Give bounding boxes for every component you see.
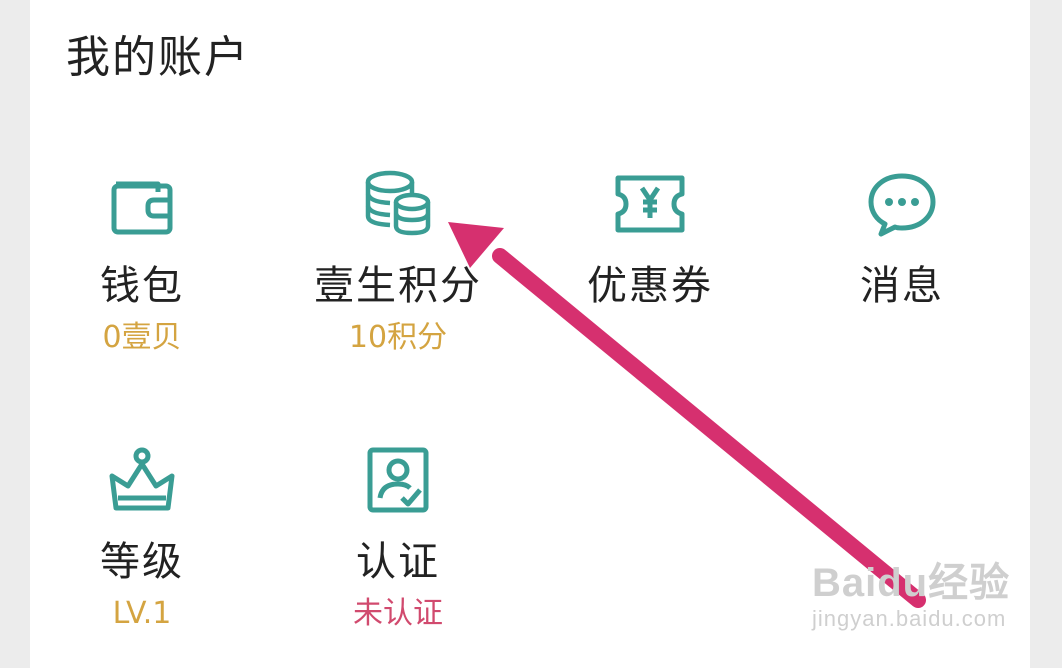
watermark: Baidu经验 jingyan.baidu.com [812, 560, 1012, 632]
watermark-url: jingyan.baidu.com [812, 606, 1007, 631]
watermark-brand: Baidu经验 [812, 561, 1011, 605]
